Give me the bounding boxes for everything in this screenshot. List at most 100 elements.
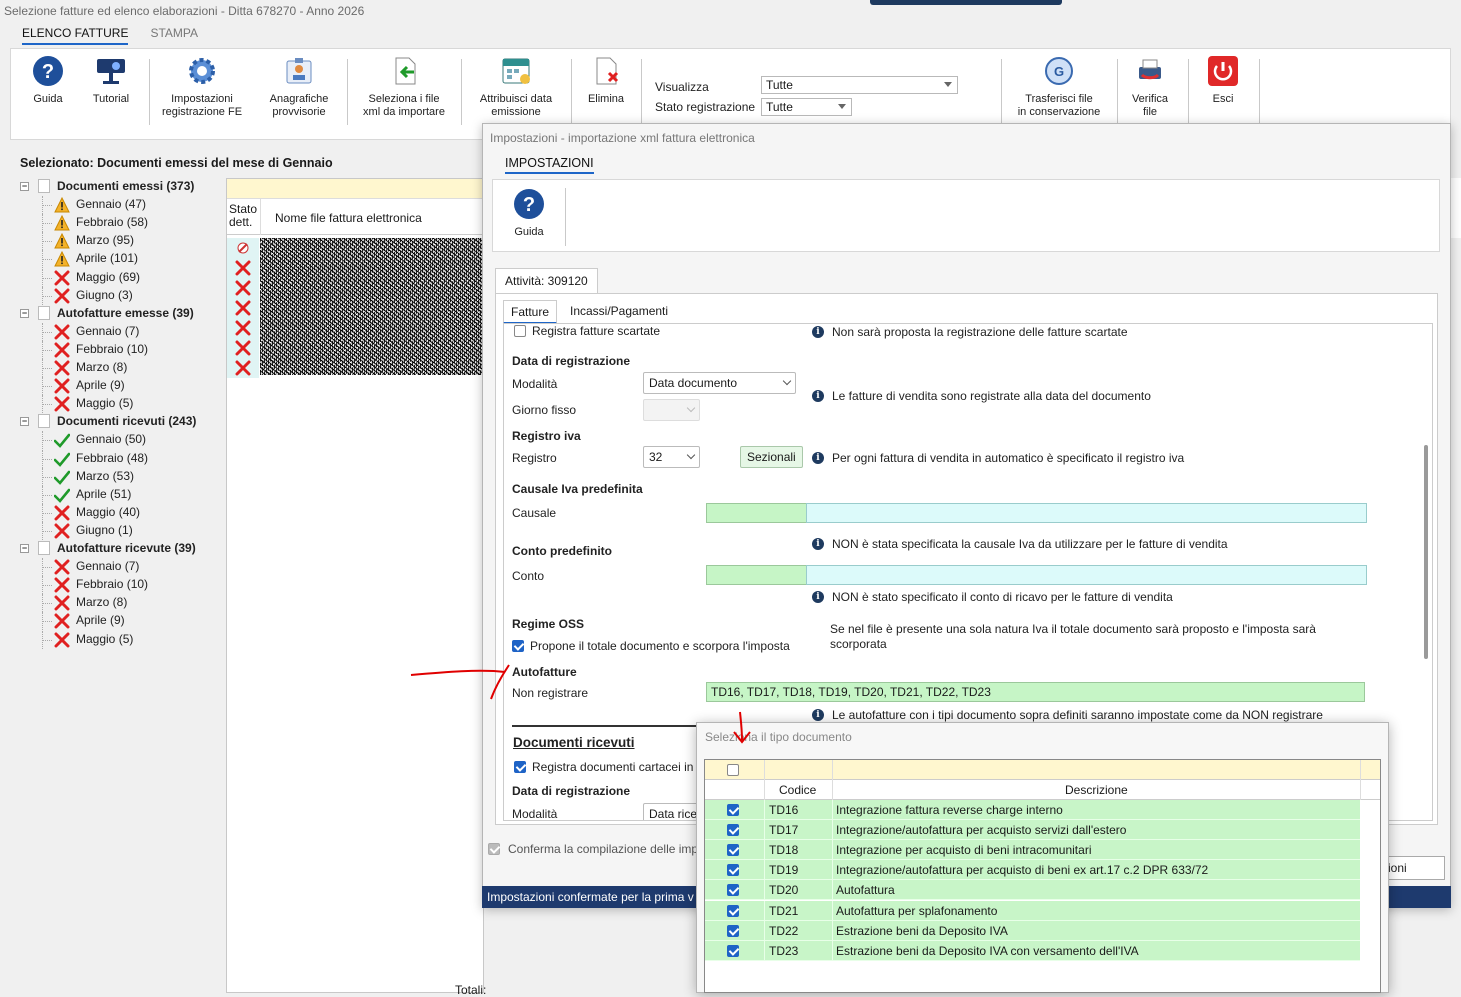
verifica-file-button[interactable]: Verifica file	[1125, 55, 1175, 119]
grid-status-cell[interactable]	[227, 258, 259, 278]
selected-header: Selezionato: Documenti emessi del mese d…	[20, 156, 333, 170]
tree-line	[42, 567, 52, 569]
conto-header: Conto predefinito	[512, 544, 612, 558]
registro-select[interactable]: 32	[643, 446, 700, 468]
row-checkbox[interactable]	[727, 904, 739, 917]
row-checkbox[interactable]	[727, 884, 739, 897]
row-checkbox[interactable]	[727, 804, 739, 816]
collapse-toggle-icon[interactable]: −	[20, 308, 29, 318]
error-x-icon	[54, 632, 70, 648]
row-checkbox[interactable]	[727, 844, 739, 857]
tab-attivita[interactable]: Attività: 309120	[495, 268, 598, 294]
tab-fatture[interactable]: Fatture	[503, 300, 558, 324]
stato-registrazione-label: Stato registrazione	[655, 100, 756, 114]
esci-button[interactable]: Esci	[1203, 55, 1243, 106]
tipo-documento-row[interactable]: TD17 Integrazione/autofattura per acquist…	[705, 820, 1360, 841]
visualizza-select[interactable]: Tutte	[761, 76, 958, 94]
tutorial-button[interactable]: Tutorial	[87, 55, 135, 106]
oss-checkbox[interactable]	[512, 640, 524, 652]
tipo-documento-row[interactable]: TD22 Estrazione beni da Deposito IVA	[705, 920, 1360, 941]
col-divider	[764, 920, 765, 941]
settings-scrollbar[interactable]	[1424, 445, 1428, 659]
info-icon: i	[812, 709, 824, 721]
modalita-select[interactable]: Data documento	[643, 372, 796, 394]
conto-code-input[interactable]	[706, 565, 807, 585]
tipo-documento-row[interactable]: TD16 Integrazione fattura reverse charge …	[705, 800, 1360, 820]
grid-status-cell[interactable]	[227, 278, 259, 298]
grid-status-cell[interactable]	[227, 338, 259, 358]
info-oss-line-2: scorporata	[830, 637, 887, 651]
collapse-toggle-icon[interactable]: −	[20, 417, 29, 427]
causale-code-input[interactable]	[706, 503, 807, 523]
col-stato-header[interactable]: Stato dett.	[229, 203, 259, 229]
col-divider	[832, 760, 833, 780]
dialog-title: Impostazioni - importazione xml fattura …	[490, 131, 755, 145]
causale-header: Causale Iva predefinita	[512, 482, 643, 496]
col-divider	[832, 880, 833, 901]
row-codice: TD18	[769, 843, 799, 858]
grid-status-cell[interactable]	[227, 318, 259, 338]
tipo-documento-row[interactable]: TD19 Integrazione/autofattura per acquist…	[705, 860, 1360, 881]
tipo-documento-row[interactable]: TD20 Autofattura	[705, 880, 1360, 901]
grid-status-cell[interactable]	[227, 298, 259, 318]
causale-description-input[interactable]	[806, 503, 1367, 523]
non-registrare-input[interactable]: TD16, TD17, TD18, TD19, TD20, TD21, TD22…	[706, 682, 1365, 702]
collapse-toggle-icon[interactable]: −	[20, 182, 29, 191]
sezionali-button[interactable]: Sezionali	[740, 446, 803, 468]
col-divider	[832, 900, 833, 921]
seleziona-xml-button[interactable]: Seleziona i file xml da importare	[355, 55, 453, 119]
row-checkbox[interactable]	[727, 824, 739, 837]
tree-line	[42, 585, 52, 587]
registro-label: Registro	[512, 451, 557, 465]
row-codice: TD22	[769, 923, 799, 938]
row-codice: TD19	[769, 863, 799, 878]
stato-registrazione-select[interactable]: Tutte	[761, 98, 852, 116]
document-icon	[38, 541, 50, 555]
registra-scartate-checkbox[interactable]	[514, 325, 526, 337]
col-stato-label-2: dett.	[229, 215, 253, 229]
tree-item-label: Febbraio (58)	[76, 215, 149, 230]
col-nome-header[interactable]: Nome file fattura elettronica	[275, 211, 422, 225]
attribuisci-label-1: Attribuisci data	[479, 93, 553, 105]
select-all-checkbox[interactable]	[727, 764, 739, 776]
col-codice-header[interactable]: Codice	[779, 783, 816, 797]
tree-line	[42, 603, 52, 605]
tree-line	[42, 223, 52, 225]
error-x-icon	[54, 559, 70, 575]
tab-stampa[interactable]: STAMPA	[150, 26, 198, 45]
attribuisci-data-button[interactable]: Attribuisci data emissione	[469, 55, 563, 119]
col-divider	[832, 860, 833, 881]
causale-label: Causale	[512, 506, 557, 520]
registra-cartacei-checkbox[interactable]	[514, 761, 526, 773]
grid-status-cell[interactable]	[227, 358, 259, 378]
row-checkbox[interactable]	[727, 924, 739, 937]
col-divider	[1360, 780, 1361, 800]
info-conto: NON è stato specificato il conto di rica…	[832, 590, 1173, 604]
trasferisci-button[interactable]: G Trasferisci file in conservazione	[1009, 55, 1109, 119]
col-divider	[832, 920, 833, 941]
anagrafiche-button[interactable]: Anagrafiche provvisorie	[261, 55, 337, 119]
tipo-documento-row[interactable]: TD23 Estrazione beni da Deposito IVA con …	[705, 940, 1360, 961]
dialog-guida-button[interactable]: ? Guida	[509, 188, 549, 239]
conferma-checkbox[interactable]	[488, 843, 500, 855]
tipo-documento-row[interactable]: TD18 Integrazione per acquisto di beni in…	[705, 840, 1360, 861]
tab-incassi-pagamenti[interactable]: Incassi/Pagamenti	[563, 300, 675, 324]
conto-description-input[interactable]	[806, 565, 1367, 585]
col-descrizione-header[interactable]: Descrizione	[1065, 783, 1128, 797]
row-checkbox[interactable]	[727, 944, 739, 957]
elimina-button[interactable]: Elimina	[583, 55, 629, 106]
impostazioni-button[interactable]: Impostazioni registrazione FE	[157, 55, 247, 119]
giorno-fisso-select[interactable]	[643, 399, 700, 421]
tab-impostazioni[interactable]: IMPOSTAZIONI	[505, 156, 594, 174]
error-x-icon	[54, 342, 70, 358]
tipo-documento-row[interactable]: TD21 Autofattura per splafonamento	[705, 900, 1360, 921]
seleziona-label-2: xml da importare	[363, 106, 445, 118]
guida-button[interactable]: ? Guida	[27, 55, 69, 106]
grid-status-cell[interactable]	[227, 238, 259, 258]
collapse-toggle-icon[interactable]: −	[20, 544, 29, 553]
calendar-icon	[502, 58, 530, 84]
row-checkbox[interactable]	[727, 864, 739, 877]
conferma-label: Conferma la compilazione delle imp	[508, 842, 699, 856]
tab-elenco-fatture[interactable]: ELENCO FATTURE	[22, 26, 129, 45]
col-divider	[764, 780, 765, 800]
